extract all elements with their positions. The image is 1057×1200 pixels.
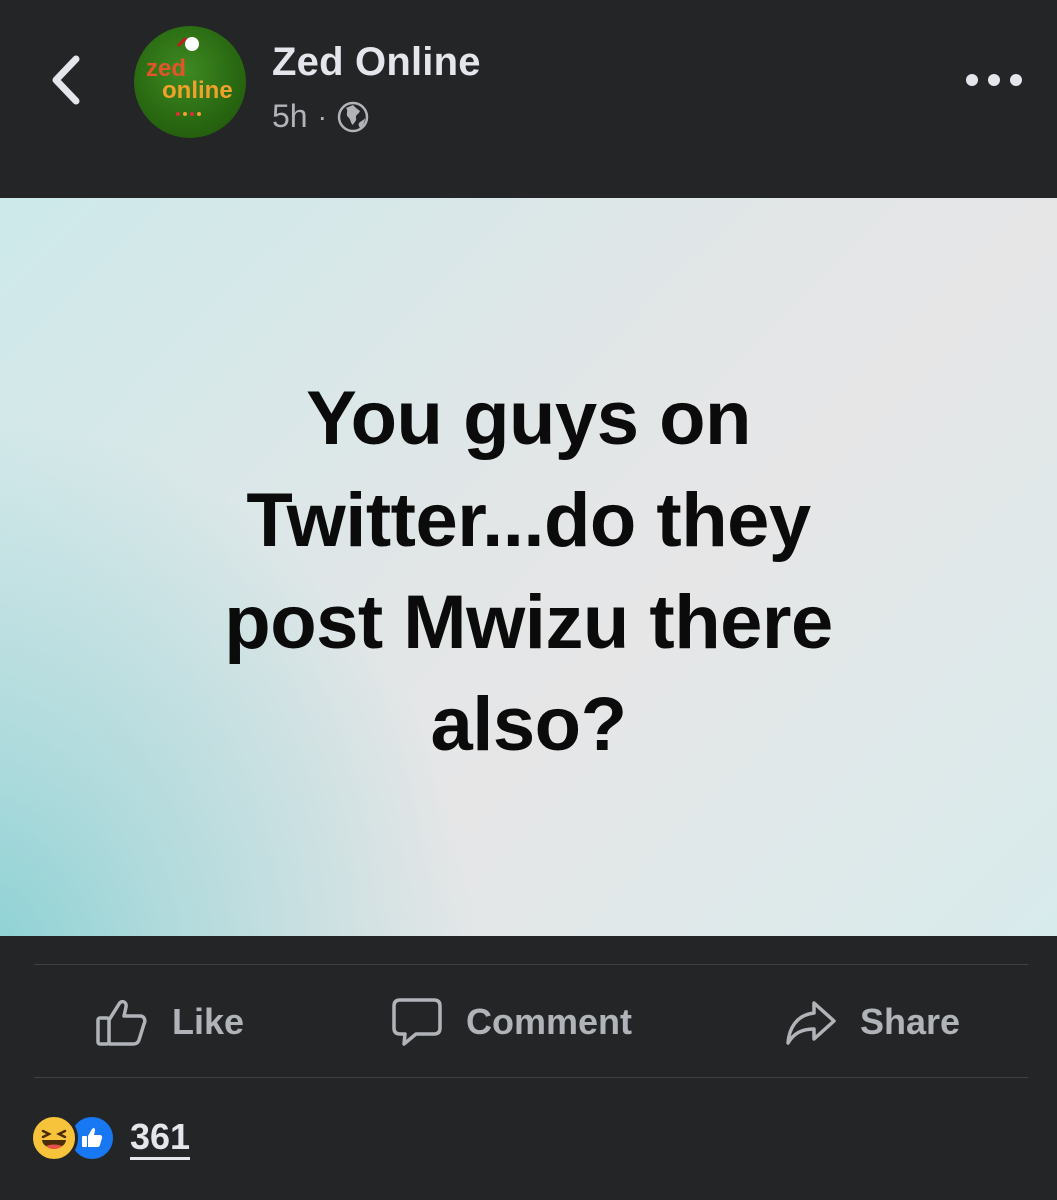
page-avatar[interactable]: zed online: [134, 26, 246, 138]
meta-separator: ·: [317, 100, 327, 132]
globe-icon: [337, 101, 369, 132]
more-horizontal-icon-dot: [966, 74, 978, 86]
actions-top-divider: [34, 964, 1028, 965]
post-text: You guys on Twitter...do they post Mwizu…: [100, 368, 957, 776]
more-horizontal-icon-dot: [1010, 74, 1022, 86]
post-text-line: You guys on: [306, 376, 751, 461]
post-time[interactable]: 5h: [272, 98, 308, 135]
thumbs-up-icon: [96, 999, 147, 1046]
post-text-line: post Mwizu there: [224, 580, 833, 665]
haha-reaction-icon: [30, 1114, 78, 1162]
action-bar: Like Comment Share: [0, 966, 1057, 1078]
comment-button[interactable]: Comment: [390, 966, 632, 1078]
post-screen: zed online Zed Online 5h · You guys on T…: [0, 0, 1057, 1200]
post-meta: 5h ·: [272, 98, 369, 135]
svg-text:online: online: [162, 77, 233, 104]
share-label: Share: [860, 1001, 961, 1042]
share-button[interactable]: Share: [784, 966, 960, 1078]
post-text-line: also?: [430, 682, 628, 767]
share-arrow-icon: [786, 1001, 836, 1045]
post-content[interactable]: You guys on Twitter...do they post Mwizu…: [0, 198, 1057, 936]
page-name[interactable]: Zed Online: [272, 40, 481, 85]
chevron-left-icon: [52, 55, 80, 105]
like-button[interactable]: Like: [94, 966, 244, 1078]
more-horizontal-icon-dot: [988, 74, 1000, 86]
comment-label: Comment: [466, 1001, 633, 1042]
more-options-button[interactable]: [966, 60, 1022, 100]
post-header: zed online Zed Online 5h ·: [0, 0, 1057, 198]
back-button[interactable]: [38, 50, 94, 110]
reaction-count[interactable]: 361: [130, 1116, 191, 1160]
like-label: Like: [172, 1001, 245, 1042]
reactions-summary[interactable]: 361: [30, 1112, 191, 1164]
post-text-line: Twitter...do they: [246, 478, 811, 563]
comment-icon: [392, 998, 442, 1046]
zed-online-logo: zed online: [146, 36, 233, 116]
